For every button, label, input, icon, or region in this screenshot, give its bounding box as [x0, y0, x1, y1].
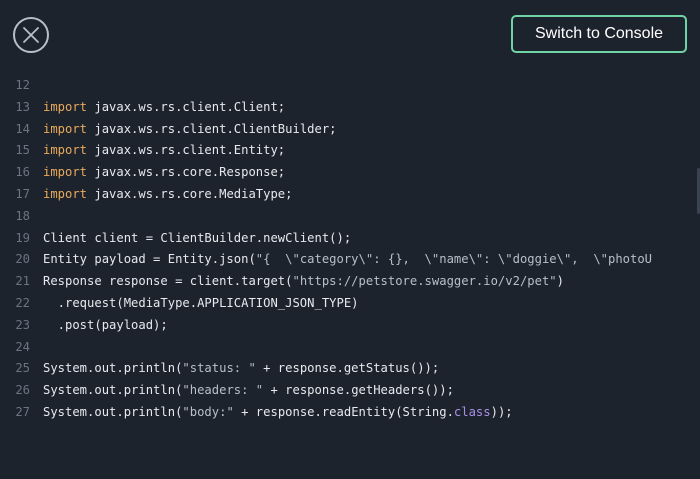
code-line: 21 Response response = client.target("htt…: [0, 271, 700, 293]
code-token: .request(MediaType.APPLICATION_JSON_TYPE…: [43, 295, 359, 310]
code-token: System.out.println(: [43, 383, 183, 398]
code-text: Response response = client.target("https…: [43, 271, 700, 293]
line-number: 16: [15, 165, 30, 180]
code-line: 12: [0, 75, 700, 97]
line-number: 20: [15, 252, 30, 267]
code-token: javax.ws.rs.core.MediaType;: [87, 186, 293, 201]
code-line: 20 Entity payload = Entity.json("{ \"cate…: [0, 249, 700, 271]
line-number: 21: [15, 274, 30, 289]
code-line: 26 System.out.println("headers: " + respo…: [0, 380, 700, 402]
code-text: .request(MediaType.APPLICATION_JSON_TYPE…: [43, 293, 700, 315]
code-text: import javax.ws.rs.core.MediaType;: [43, 184, 700, 206]
code-text: import javax.ws.rs.client.Entity;: [43, 140, 700, 162]
code-text: import javax.ws.rs.client.Client;: [43, 97, 700, 119]
code-editor: 12 13 import javax.ws.rs.client.Client; 14 i…: [0, 75, 700, 424]
code-token: "{ \"category\": {}, \"name\": \"doggie\…: [255, 252, 653, 267]
code-token: + response.readEntity(String.: [233, 404, 454, 419]
line-number: 15: [15, 143, 30, 158]
code-token: System.out.println(: [43, 361, 183, 376]
line-number: 19: [15, 230, 30, 245]
code-token: System.out.println(: [43, 404, 183, 419]
code-token: import: [43, 121, 88, 136]
line-number: 14: [15, 121, 30, 136]
line-number: 25: [15, 361, 30, 376]
close-icon: [22, 26, 40, 44]
code-token: .post(payload);: [43, 317, 168, 332]
code-token: + response.getHeaders());: [263, 383, 454, 398]
line-number: 24: [15, 339, 30, 354]
code-token: import: [43, 143, 88, 158]
code-token: class: [453, 404, 491, 419]
line-number: 18: [15, 208, 30, 223]
code-token: "headers: ": [182, 383, 264, 398]
code-text: System.out.println("status: " + response…: [43, 358, 700, 380]
line-number: 27: [15, 404, 30, 419]
code-line: 24: [0, 337, 700, 359]
line-number: 17: [15, 186, 30, 201]
code-token: ));: [490, 404, 513, 419]
code-line: 18: [0, 206, 700, 228]
code-token: import: [43, 165, 88, 180]
code-line: 25 System.out.println("status: " + respon…: [0, 358, 700, 380]
code-token: Entity payload = Entity.json(: [43, 252, 256, 267]
code-line: 13 import javax.ws.rs.client.Client;: [0, 97, 700, 119]
line-number: 22: [15, 295, 30, 310]
code-token: javax.ws.rs.client.Entity;: [87, 143, 286, 158]
code-token: "body:": [182, 404, 234, 419]
line-number: 23: [15, 317, 30, 332]
code-line: 15 import javax.ws.rs.client.Entity;: [0, 140, 700, 162]
code-token: + response.getStatus());: [255, 361, 440, 376]
code-line: 16 import javax.ws.rs.core.Response;: [0, 162, 700, 184]
code-text: Client client = ClientBuilder.newClient(…: [43, 228, 700, 250]
code-token: ): [556, 274, 564, 289]
code-line: 17 import javax.ws.rs.core.MediaType;: [0, 184, 700, 206]
code-token: Client client = ClientBuilder.newClient(…: [43, 230, 352, 245]
code-text: Entity payload = Entity.json("{ \"catego…: [43, 249, 700, 271]
code-token: "status: ": [182, 361, 256, 376]
code-token: import: [43, 99, 88, 114]
code-line: 27 System.out.println("body:" + response.…: [0, 402, 700, 424]
code-text: .post(payload);: [43, 315, 700, 337]
code-token: import: [43, 186, 88, 201]
line-number: 12: [15, 78, 30, 92]
code-line: 22 .request(MediaType.APPLICATION_JSON_T…: [0, 293, 700, 315]
code-text: System.out.println("headers: " + respons…: [43, 380, 700, 402]
switch-to-console-button[interactable]: Switch to Console: [511, 15, 687, 53]
code-token: "https://petstore.swagger.io/v2/pet": [292, 274, 557, 289]
code-line: 19 Client client = ClientBuilder.newClien…: [0, 228, 700, 250]
code-line: 23 .post(payload);: [0, 315, 700, 337]
code-token: javax.ws.rs.client.Client;: [87, 99, 286, 114]
code-token: javax.ws.rs.core.Response;: [87, 165, 286, 180]
code-token: Response response = client.target(: [43, 274, 293, 289]
code-text: import javax.ws.rs.client.ClientBuilder;: [43, 119, 700, 141]
code-text: import javax.ws.rs.core.Response;: [43, 162, 700, 184]
line-number: 13: [15, 99, 30, 114]
line-number: 26: [15, 383, 30, 398]
code-text: System.out.println("body:" + response.re…: [43, 402, 700, 424]
code-token: javax.ws.rs.client.ClientBuilder;: [87, 121, 337, 136]
close-button[interactable]: [13, 17, 49, 53]
code-line: 14 import javax.ws.rs.client.ClientBuilde…: [0, 119, 700, 141]
